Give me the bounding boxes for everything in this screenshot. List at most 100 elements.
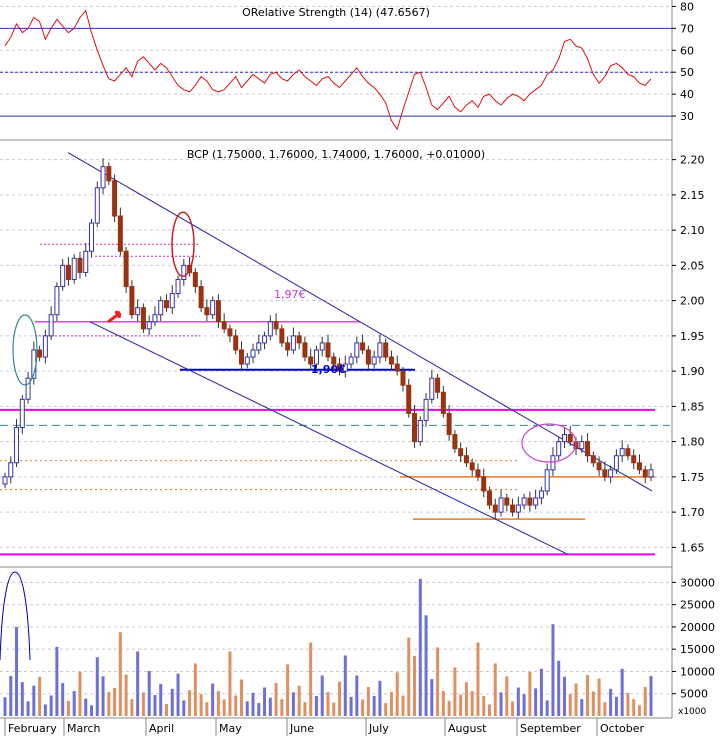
volume-bar [124, 674, 128, 716]
candle-body [233, 335, 239, 351]
month-label: March [67, 722, 101, 735]
candle-body [504, 497, 510, 506]
price-tick-label: 1.90 [680, 365, 705, 378]
volume-bar [626, 692, 630, 716]
candle-body [48, 314, 54, 337]
volume-bar [309, 642, 313, 716]
volume-bar [464, 682, 468, 716]
rsi-tick-label: 30 [680, 110, 694, 123]
volume-bar [568, 694, 572, 716]
volume-bar [326, 691, 330, 716]
volume-bar [245, 701, 249, 716]
volume-bar [516, 687, 520, 716]
volume-bar [141, 692, 145, 716]
volume-bar [130, 699, 134, 716]
candle-body [608, 469, 614, 478]
volume-bar [643, 687, 647, 716]
candle-body [285, 342, 291, 351]
price-tick-label: 1.70 [680, 506, 705, 519]
month-label: May [219, 722, 242, 735]
candle-body [279, 328, 285, 344]
rsi-title: ORelative Strength (14) (47.6567) [242, 6, 430, 19]
volume-bar [580, 699, 584, 716]
month-label: April [149, 722, 174, 735]
month-label: October [600, 722, 644, 735]
candle-body [112, 180, 118, 217]
volume-bar [459, 694, 463, 716]
volume-bar [436, 647, 440, 716]
candle-body [175, 278, 181, 295]
candle-body [388, 356, 394, 365]
candle-body [296, 335, 302, 344]
volume-tick-label: 25000 [680, 599, 715, 612]
volume-bar [366, 687, 370, 716]
volume-bar [320, 675, 324, 716]
candle-body [613, 455, 619, 471]
volume-tick-label: 20000 [680, 621, 715, 634]
candle-body [65, 264, 71, 280]
volume-bar [95, 657, 99, 716]
volume-bar [286, 664, 290, 716]
candle-body [354, 342, 360, 358]
volume-bar [165, 703, 168, 716]
rsi-tick-label: 70 [680, 22, 694, 35]
candle-body [492, 504, 498, 513]
candle-body [8, 462, 14, 478]
volume-bar [343, 655, 347, 716]
volume-bar [20, 682, 24, 716]
volume-bar [349, 696, 353, 716]
candle-body [238, 349, 244, 365]
volume-bar [188, 690, 192, 716]
candle-body [25, 377, 31, 400]
candle-body [538, 490, 544, 499]
candle-body [2, 476, 8, 485]
volume-bar [49, 695, 53, 716]
volume-bar [101, 676, 105, 716]
candle-body [458, 448, 464, 457]
chart-background [0, 0, 724, 736]
rsi-tick-label: 80 [680, 0, 694, 13]
volume-bar [280, 699, 284, 716]
volume-bar [239, 679, 243, 716]
volume-bar [534, 688, 538, 716]
candle-body [302, 342, 308, 358]
candle-body [273, 321, 279, 330]
candle-body [590, 455, 596, 464]
candle-body [140, 307, 146, 330]
candle-body [319, 342, 325, 351]
volume-bar [413, 655, 417, 716]
volume-bar [274, 683, 278, 716]
price-tick-label: 2.00 [680, 295, 705, 308]
candle-body [446, 412, 452, 436]
candle-body [37, 349, 43, 358]
candle-body [631, 455, 637, 464]
volume-bar [557, 660, 561, 716]
volume-bar [430, 679, 434, 716]
volume-bar [378, 680, 382, 716]
candle-body [452, 434, 458, 450]
volume-bar [55, 646, 59, 716]
volume-bar [291, 692, 295, 716]
volume-bar [597, 678, 601, 716]
volume-bar [32, 685, 36, 716]
rsi-tick-label: 50 [680, 66, 694, 79]
candle-body [481, 476, 487, 492]
candle-body [192, 271, 198, 288]
candle-body [360, 342, 366, 351]
candle-body [556, 441, 562, 457]
month-label: July [368, 722, 389, 735]
candle-body [625, 448, 631, 457]
volume-bar [395, 672, 399, 716]
candle-body [348, 356, 354, 365]
volume-bar [649, 675, 653, 716]
month-label: August [448, 722, 487, 735]
month-label: June [289, 722, 314, 735]
price-tick-label: 1.85 [680, 400, 705, 413]
candle-body [204, 307, 210, 316]
volume-bar [9, 675, 13, 716]
candle-body [262, 335, 268, 344]
volume-bar [476, 642, 480, 716]
candle-body [435, 377, 441, 393]
volume-bar [528, 671, 532, 716]
candle-body [423, 398, 429, 421]
